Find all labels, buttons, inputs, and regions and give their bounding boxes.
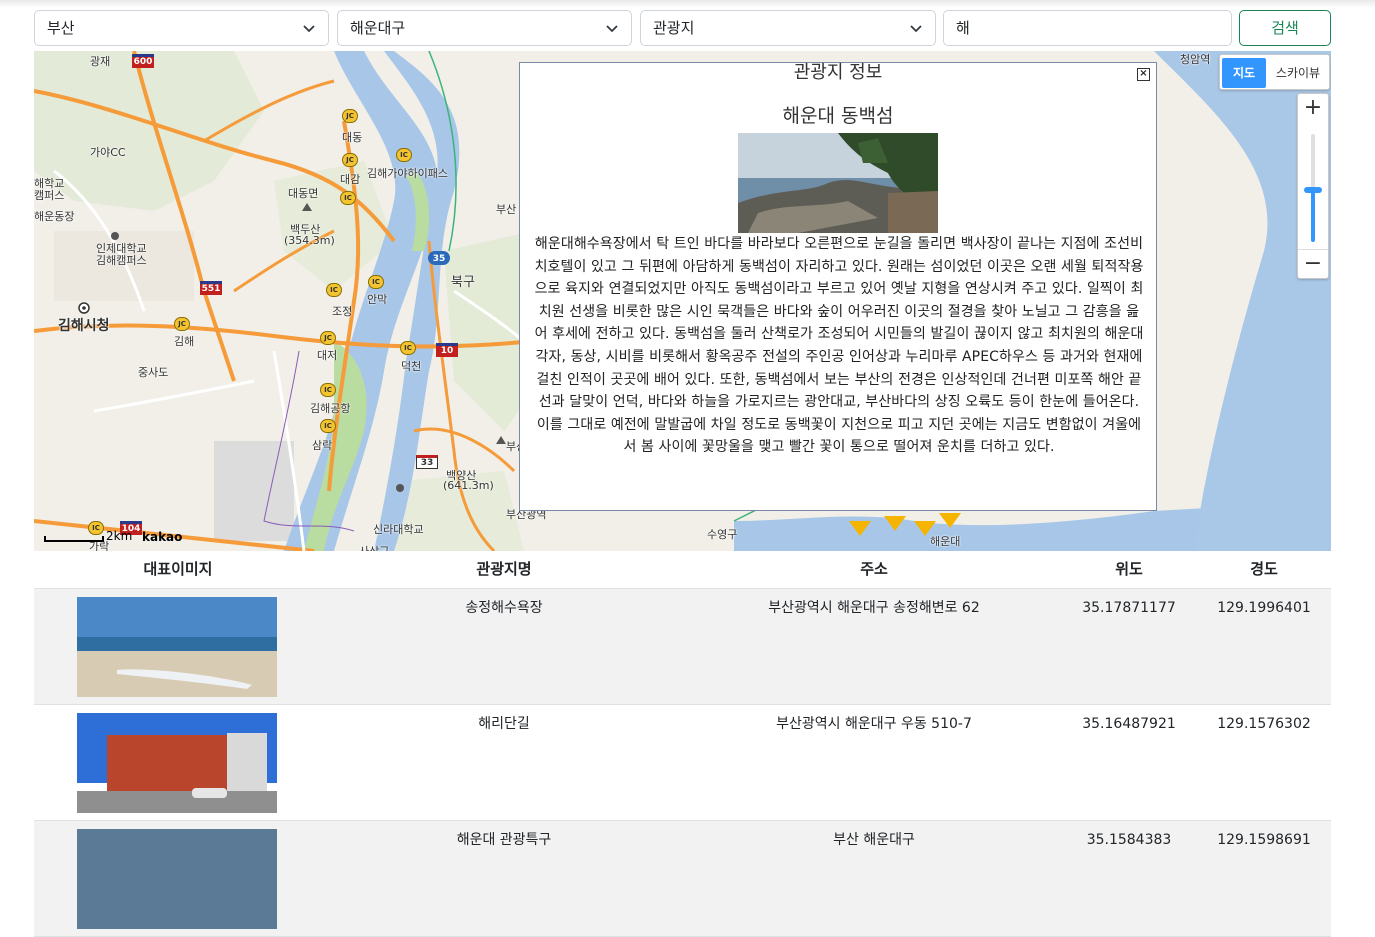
map-label: 대동면	[288, 187, 319, 200]
map-label: 삼락	[312, 439, 333, 452]
kakao-logo: kakao	[142, 530, 183, 544]
table-row[interactable]: 해리단길 부산광역시 해운대구 우동 510-7 35.16487921 129…	[34, 705, 1331, 821]
scale-label: 2km	[106, 529, 133, 543]
latitude-cell: 35.1584383	[1086, 832, 1172, 848]
map-label: 북구	[451, 275, 475, 290]
category-select[interactable]: 관광지	[640, 10, 936, 46]
junction-icon: JC	[342, 153, 358, 167]
info-window-title: 관광지 정보	[793, 62, 883, 83]
map-label: 광재	[90, 55, 111, 68]
map-label: 부산	[496, 203, 517, 216]
chevron-down-icon	[910, 25, 922, 33]
map-label: 중사도	[138, 366, 169, 379]
attraction-image	[738, 133, 938, 233]
table-row[interactable]: 해운대 관광특구 부산 해운대구 35.1584383 129.1598691	[34, 821, 1331, 937]
chevron-down-icon	[303, 25, 315, 33]
latitude-cell: 35.17871177	[1082, 600, 1176, 616]
keyword-input[interactable]: 해	[943, 10, 1232, 46]
search-button[interactable]: 검색	[1239, 10, 1331, 46]
latitude-cell: 35.16487921	[1082, 716, 1176, 732]
column-header-image: 대표이미지	[143, 560, 213, 578]
junction-icon: JC	[174, 317, 190, 331]
map-label: 덕천	[401, 360, 422, 373]
region-select-value: 부산	[47, 19, 75, 37]
attraction-name-cell: 송정해수욕장	[465, 600, 543, 616]
map-label: 가야CC	[90, 146, 126, 159]
interchange-icon: IC	[340, 191, 356, 205]
attraction-name-cell: 해리단길	[478, 716, 530, 732]
map-label: 김해캠퍼스	[96, 254, 147, 267]
map-type-map-button[interactable]: 지도	[1222, 58, 1266, 88]
attraction-name-cell: 해운대 관광특구	[456, 832, 552, 848]
interchange-icon: IC	[326, 283, 342, 297]
map-label: (641.3m)	[443, 479, 494, 492]
highway-shield-icon: 35	[428, 251, 450, 265]
column-header-address: 주소	[860, 560, 888, 578]
table-row[interactable]: 송정해수욕장 부산광역시 해운대구 송정해변로 62 35.17871177 1…	[34, 589, 1331, 705]
interchange-icon: IC	[320, 383, 336, 397]
junction-icon: JC	[320, 331, 336, 345]
attraction-thumbnail	[77, 597, 277, 697]
attraction-name: 해운대 동백섬	[782, 105, 894, 127]
map-label: 김해가야하이패스	[367, 167, 448, 180]
attraction-thumbnail	[77, 829, 277, 929]
zoom-slider-fill	[1311, 190, 1315, 242]
map-label: 조정	[332, 305, 353, 318]
map-label: 해운동장	[34, 210, 75, 223]
map-label: 캠퍼스	[34, 189, 65, 202]
interchange-icon: IC	[88, 521, 104, 535]
interchange-icon: IC	[320, 419, 336, 433]
region-select[interactable]: 부산	[34, 10, 329, 46]
longitude-cell: 129.1576302	[1217, 716, 1311, 732]
map-label: (354.3m)	[284, 234, 335, 247]
address-cell: 부산 해운대구	[833, 832, 915, 848]
attraction-thumbnail	[77, 713, 277, 813]
chevron-down-icon	[606, 25, 618, 33]
map-label: 김해공항	[310, 402, 351, 415]
map-label: 김해시청	[58, 318, 110, 334]
map-label: 신라대학교	[373, 523, 424, 536]
interchange-icon: IC	[368, 275, 384, 289]
map-label: 사상구	[359, 543, 389, 551]
top-shadow	[0, 0, 1375, 8]
address-cell: 부산광역시 해운대구 우동 510-7	[776, 716, 972, 732]
zoom-in-button[interactable]: +	[1298, 94, 1328, 124]
map-label: 대저	[317, 349, 338, 362]
column-header-latitude: 위도	[1115, 560, 1143, 578]
interchange-icon: IC	[396, 148, 412, 162]
map-label: 대감	[340, 173, 361, 186]
zoom-out-button[interactable]: −	[1298, 249, 1328, 279]
zoom-slider-handle[interactable]	[1304, 187, 1322, 193]
longitude-cell: 129.1996401	[1217, 600, 1311, 616]
column-header-longitude: 경도	[1250, 560, 1278, 578]
map-label: 대동	[342, 131, 363, 144]
longitude-cell: 129.1598691	[1217, 832, 1311, 848]
map-type-skyview-button[interactable]: 스카이뷰	[1268, 58, 1328, 88]
close-icon[interactable]: ×	[1137, 68, 1150, 81]
table-header: 대표이미지 관광지명 주소 위도 경도	[34, 551, 1331, 589]
map-label: 안막	[367, 293, 388, 306]
category-select-value: 관광지	[653, 19, 695, 37]
highway-shield-icon: 600	[132, 54, 154, 68]
address-cell: 부산광역시 해운대구 송정해변로 62	[768, 600, 980, 616]
highway-shield-icon: 551	[200, 281, 222, 295]
scale-bar	[44, 536, 104, 542]
map-label: 청암역	[1180, 53, 1211, 66]
map-label: 수영구	[707, 528, 738, 541]
map-label: 김해	[174, 335, 195, 348]
district-select[interactable]: 해운대구	[337, 10, 632, 46]
highway-shield-icon: 10	[436, 343, 458, 357]
district-select-value: 해운대구	[350, 19, 406, 37]
highway-shield-icon: 33	[416, 455, 438, 469]
info-window: 관광지 정보 × 해운대 동백섬 해운대해수욕장에서 탁 트인 바다를 바라보다…	[519, 62, 1157, 511]
map-type-control: 지도 스카이뷰	[1219, 54, 1330, 90]
junction-icon: JC	[342, 109, 358, 123]
zoom-control: + −	[1297, 93, 1329, 279]
attraction-description: 해운대해수욕장에서 탁 트인 바다를 바라보다 오른편으로 눈길을 돌리면 백사…	[534, 236, 1144, 456]
interchange-icon: IC	[400, 341, 416, 355]
column-header-name: 관광지명	[476, 560, 532, 578]
map-label: 해운대	[930, 535, 961, 548]
search-bar: 부산 해운대구 관광지 해 검색	[34, 10, 1331, 46]
